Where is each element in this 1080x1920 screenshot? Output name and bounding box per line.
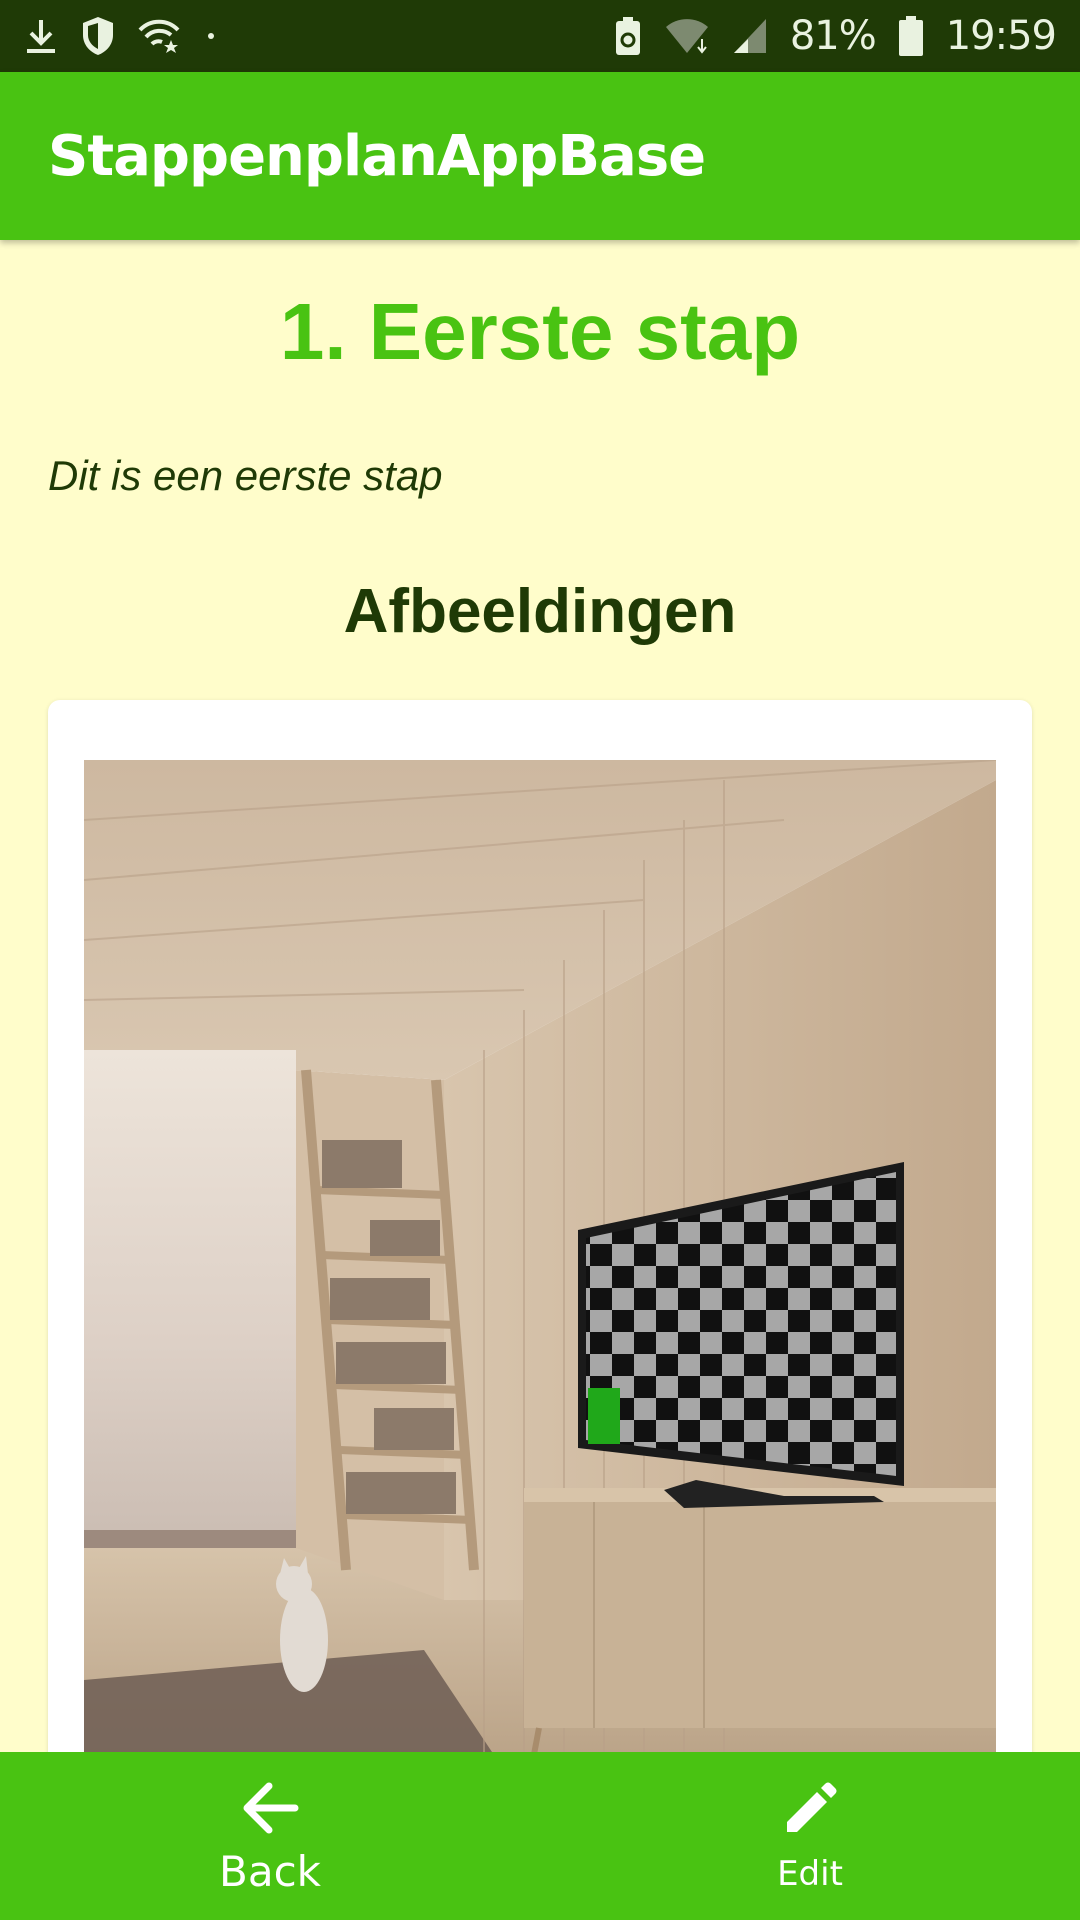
pencil-icon	[781, 1778, 839, 1840]
wifi-star-icon	[138, 18, 182, 54]
arrow-left-icon	[241, 1777, 299, 1839]
step-content[interactable]: 1. Eerste stap Dit is een eerste stap Af…	[0, 240, 1080, 1752]
app-bar: StappenplanAppBase	[0, 72, 1080, 240]
dot-icon	[204, 29, 218, 43]
step-image[interactable]	[84, 760, 996, 1752]
image-card[interactable]	[48, 700, 1032, 1752]
wifi-icon	[664, 17, 710, 55]
recycle-battery-icon	[614, 16, 642, 56]
battery-icon	[898, 15, 924, 57]
status-bar-left	[24, 15, 218, 57]
step-description: Dit is een eerste stap	[48, 452, 443, 499]
status-bar: 81% 19:59	[0, 0, 1080, 72]
room-illustration	[84, 760, 996, 1752]
shield-icon	[80, 15, 116, 57]
images-section-title: Afbeeldingen	[343, 577, 737, 646]
app-title: StappenplanAppBase	[48, 123, 706, 189]
bottom-action-bar: Back Edit	[0, 1752, 1080, 1920]
back-button[interactable]: Back	[0, 1752, 540, 1920]
download-icon	[24, 16, 58, 56]
step-title: 1. Eerste stap	[279, 287, 801, 376]
battery-percent: 81%	[789, 13, 877, 59]
edit-button[interactable]: Edit	[540, 1752, 1080, 1920]
status-bar-right: 81% 19:59	[614, 13, 1057, 59]
back-label: Back	[219, 1846, 321, 1896]
signal-icon	[732, 17, 768, 55]
edit-label: Edit	[777, 1854, 843, 1894]
clock: 19:59	[945, 13, 1057, 59]
